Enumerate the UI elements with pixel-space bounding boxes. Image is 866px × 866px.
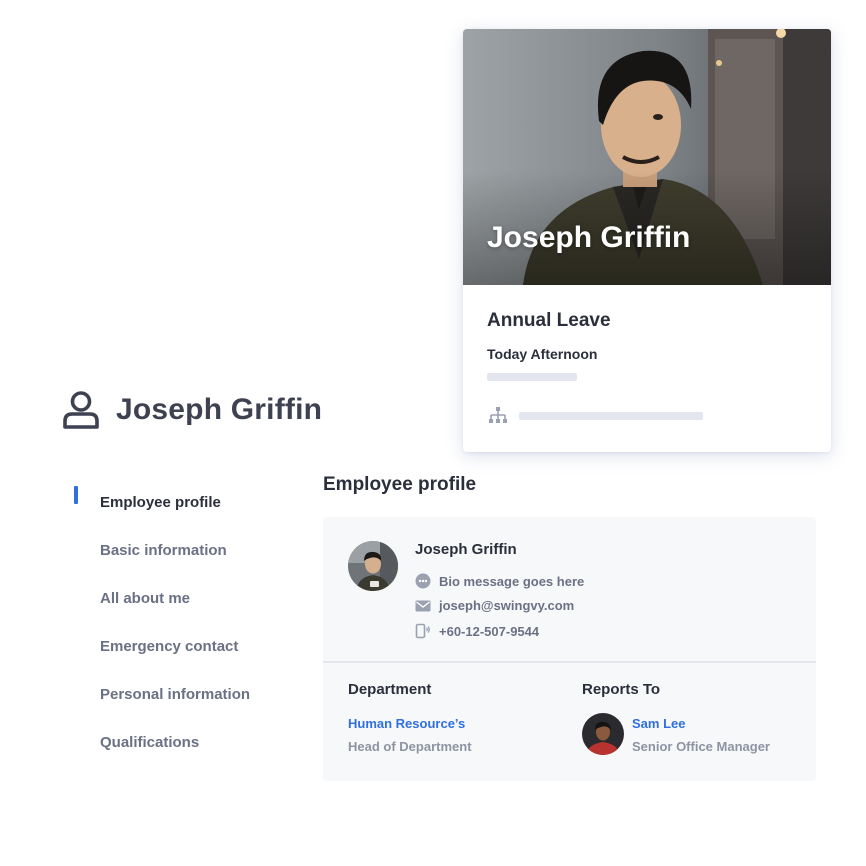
department-link[interactable]: Human Resource’s <box>348 716 465 731</box>
nav-item-label: Employee profile <box>100 493 221 511</box>
page-header: Joseph Griffin <box>62 390 322 430</box>
reports-to-label: Reports To <box>582 681 661 698</box>
profile-nav: Employee profile Basic information All a… <box>74 478 294 766</box>
org-details: Department Human Resource’s Head of Depa… <box>323 663 816 779</box>
profile-summary: Joseph Griffin Bio message goes here jos… <box>323 517 816 663</box>
nav-item-label: Personal information <box>100 685 251 703</box>
nav-item-label: Emergency contact <box>100 637 239 655</box>
placeholder-line <box>487 373 577 381</box>
mail-icon <box>415 600 431 611</box>
manager-role: Senior Office Manager <box>632 739 770 754</box>
department-label: Department <box>348 681 432 698</box>
email-text[interactable]: joseph@swingvy.com <box>439 598 574 613</box>
leave-type: Annual Leave <box>487 310 611 331</box>
card-photo: Joseph Griffin <box>463 29 831 285</box>
page-title: Joseph Griffin <box>116 393 323 426</box>
org-chart-icon <box>489 407 507 423</box>
nav-item-label: All about me <box>100 589 191 607</box>
nav-item-all-about-me[interactable]: All about me <box>74 574 294 622</box>
user-icon <box>63 391 99 429</box>
nav-item-employee-profile[interactable]: Employee profile <box>74 478 294 526</box>
email-row: joseph@swingvy.com <box>415 598 574 613</box>
leave-time: Today Afternoon <box>487 346 598 362</box>
section-title: Employee profile <box>323 474 477 495</box>
nav-item-label: Qualifications <box>100 733 200 751</box>
placeholder-line <box>519 412 703 420</box>
nav-item-label: Basic information <box>100 541 227 559</box>
chat-bubble-icon <box>415 573 431 589</box>
nav-item-emergency-contact[interactable]: Emergency contact <box>74 622 294 670</box>
employee-name: Joseph Griffin <box>415 541 517 558</box>
phone-text[interactable]: +60-12-507-9544 <box>439 624 539 639</box>
nav-item-basic-information[interactable]: Basic information <box>74 526 294 574</box>
nav-item-qualifications[interactable]: Qualifications <box>74 718 294 766</box>
phone-row: +60-12-507-9544 <box>415 623 539 639</box>
bio-text: Bio message goes here <box>439 573 585 589</box>
manager-avatar <box>582 713 624 755</box>
phone-icon <box>415 623 430 639</box>
leave-card[interactable]: Joseph Griffin Annual Leave Today Aftern… <box>463 29 831 452</box>
card-employee-name: Joseph Griffin <box>487 221 691 254</box>
department-role: Head of Department <box>348 739 472 754</box>
bio-row: Bio message goes here <box>415 573 584 589</box>
manager-link[interactable]: Sam Lee <box>632 716 685 731</box>
nav-item-personal-information[interactable]: Personal information <box>74 670 294 718</box>
avatar <box>348 541 398 591</box>
profile-panel: Joseph Griffin Bio message goes here jos… <box>323 517 816 781</box>
